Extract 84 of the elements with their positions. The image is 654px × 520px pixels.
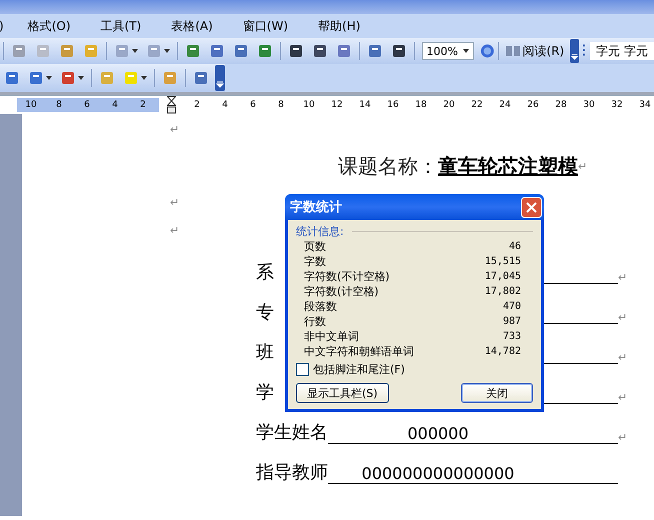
ruler-number: 32 — [610, 100, 624, 110]
menu-item[interactable]: ) — [0, 19, 4, 33]
paragraph-mark: ↵ — [170, 122, 180, 136]
checkbox-label[interactable]: 包括脚注和尾注(F) — [313, 362, 405, 377]
field-label: 指导教师 — [256, 462, 328, 483]
ruler-number: 26 — [526, 100, 540, 110]
paragraph-mark: ↵ — [170, 224, 180, 236]
paragraph-mark: ↵ — [618, 271, 628, 284]
menu-item[interactable]: 工具(T) — [100, 18, 142, 34]
close-button[interactable]: 关闭 — [461, 383, 533, 403]
stat-label: 页数 — [304, 239, 326, 254]
stat-value: 14,782 — [484, 345, 521, 359]
ruler-number: 14 — [358, 100, 372, 110]
ruler-number: 4 — [221, 100, 229, 110]
ruler-number: 16 — [386, 100, 400, 110]
read-button[interactable]: 阅读(R) — [502, 42, 568, 60]
group-label: 统计信息: — [296, 224, 344, 239]
menu-item[interactable]: 帮助(H) — [318, 18, 360, 34]
close-icon[interactable] — [521, 196, 542, 218]
ruler-number: 18 — [414, 100, 428, 110]
menu-item[interactable]: 表格(A) — [171, 18, 213, 34]
ruler-number: 8 — [277, 100, 285, 110]
stat-value: 987 — [502, 315, 521, 329]
ruler-number: 28 — [554, 100, 568, 110]
field-label: 班 — [256, 342, 274, 363]
stat-value: 17,802 — [484, 285, 521, 299]
ruler-number: 2 — [139, 100, 147, 110]
dropdown-arrow-icon[interactable] — [164, 49, 170, 53]
fill-in-line: 000000 — [328, 421, 618, 444]
ruler-number: 22 — [470, 100, 484, 110]
field-label: 系 — [256, 262, 274, 283]
toolbar-options-icon[interactable] — [570, 38, 580, 64]
topic-title: 童车轮芯注塑模 — [438, 152, 578, 180]
field-label: 学 — [256, 382, 274, 403]
stat-value: 470 — [502, 300, 521, 314]
stat-value: 17,045 — [484, 270, 521, 284]
dropdown-arrow-icon[interactable] — [46, 76, 52, 80]
field-label: 专 — [256, 302, 274, 323]
topic-label: 课题名称： — [338, 152, 438, 180]
ruler-number: 12 — [330, 100, 344, 110]
stat-label: 中文字符和朝鲜语单词 — [304, 344, 414, 359]
ruler-number: 4 — [111, 100, 119, 110]
style-field[interactable]: 字元 字元 — [590, 42, 654, 60]
menu-item[interactable]: 窗口(W) — [242, 18, 288, 34]
dropdown-arrow-icon[interactable] — [141, 76, 147, 80]
stat-value: 733 — [502, 330, 521, 344]
dialog-title: 字数统计 — [290, 198, 342, 216]
help-icon[interactable] — [480, 43, 495, 59]
book-icon — [506, 45, 520, 57]
indent-marker-icon[interactable] — [166, 96, 176, 114]
ruler-number: 10 — [302, 100, 316, 110]
ruler-number: 10 — [24, 100, 38, 110]
checkbox[interactable] — [296, 363, 309, 376]
toolbar-options-icon[interactable] — [215, 65, 225, 91]
field-label: 学生姓名 — [256, 422, 328, 443]
dropdown-arrow-icon[interactable] — [78, 76, 84, 80]
paragraph-mark: ↵ — [618, 431, 628, 444]
ruler-number: 2 — [193, 100, 201, 110]
dropdown-arrow-icon[interactable] — [132, 49, 138, 53]
ruler-number: 6 — [249, 100, 257, 110]
ruler-number: 8 — [55, 100, 63, 110]
stat-label: 行数 — [304, 314, 326, 329]
zoom-combo-box[interactable]: 100% — [422, 42, 474, 60]
stat-label: 字数 — [304, 254, 326, 269]
fill-in-line: 000000000000000 — [328, 461, 618, 484]
paragraph-mark: ↵ — [618, 311, 628, 324]
paragraph-mark: ↵ — [618, 351, 628, 364]
ruler-number: 6 — [83, 100, 91, 110]
paragraph-mark: ↵ — [170, 196, 180, 208]
stat-label: 段落数 — [304, 299, 337, 314]
stat-value: 46 — [508, 240, 521, 254]
show-toolbar-button[interactable]: 显示工具栏(S) — [296, 383, 389, 403]
dropdown-arrow-icon[interactable] — [462, 49, 469, 53]
stat-value: 15,515 — [484, 255, 521, 269]
ruler-number: 30 — [582, 100, 596, 110]
ruler-number: 34 — [638, 100, 652, 110]
stat-label: 字符数(计空格) — [304, 284, 379, 299]
ruler-number: 24 — [498, 100, 512, 110]
ruler-number: 20 — [442, 100, 456, 110]
paragraph-mark: ↵ — [578, 160, 588, 172]
stat-label: 字符数(不计空格) — [304, 269, 390, 284]
menu-item[interactable]: 格式(O) — [28, 18, 70, 34]
stat-label: 非中文单词 — [304, 329, 359, 344]
paragraph-mark: ↵ — [618, 391, 628, 404]
